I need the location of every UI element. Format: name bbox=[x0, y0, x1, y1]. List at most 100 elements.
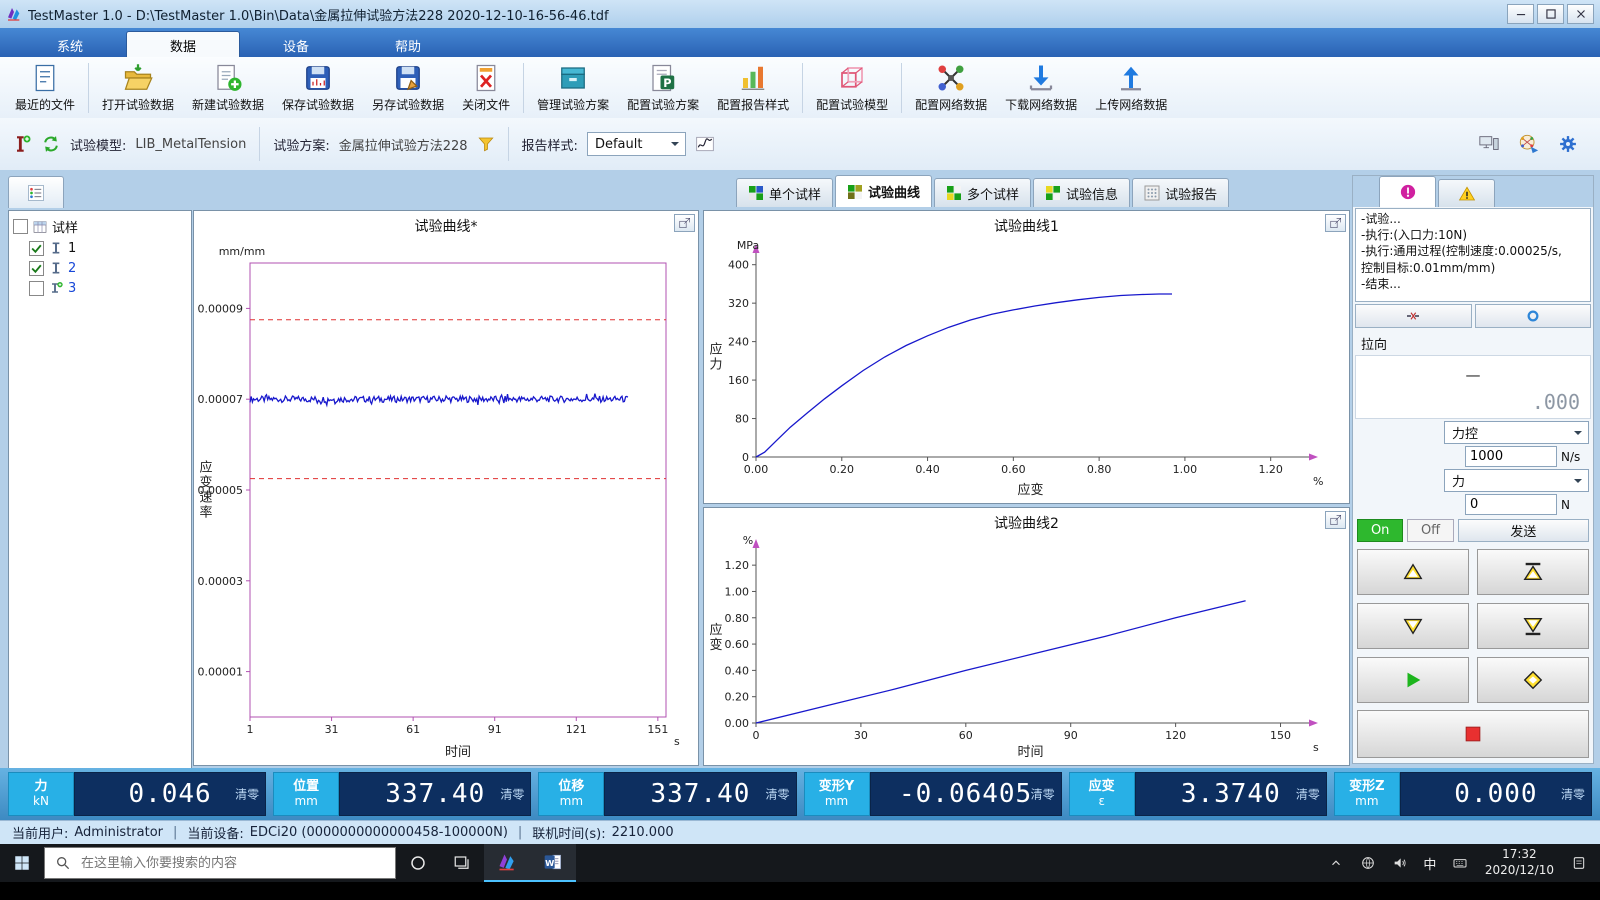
minimize-button[interactable] bbox=[1507, 4, 1534, 24]
checkbox[interactable] bbox=[29, 241, 44, 256]
link-button[interactable] bbox=[1475, 304, 1592, 328]
svg-text:MPa: MPa bbox=[737, 239, 759, 252]
cortana-button[interactable] bbox=[396, 844, 440, 882]
tray-expand-button[interactable] bbox=[1321, 844, 1351, 882]
toolbar-config-report-button[interactable]: 配置报告样式 bbox=[708, 59, 798, 117]
clock-time: 17:32 bbox=[1485, 847, 1554, 863]
clear-button[interactable]: 清零 bbox=[1296, 786, 1320, 803]
view-tab-3[interactable]: 试验信息 bbox=[1033, 178, 1130, 207]
toolbar-download-network-button[interactable]: 下载网络数据 bbox=[996, 59, 1086, 117]
settings-gear-icon[interactable] bbox=[1558, 134, 1578, 154]
control-mode-dropdown[interactable]: 力控 bbox=[1444, 421, 1589, 444]
popout-icon bbox=[678, 216, 692, 230]
taskbar-app-word[interactable]: W bbox=[530, 844, 576, 882]
current-user: Administrator bbox=[74, 825, 163, 840]
chevron-up-icon bbox=[1329, 856, 1343, 870]
toolbar-config-model-button[interactable]: 配置试验模型 bbox=[807, 59, 897, 117]
target-mode-dropdown[interactable]: 力 bbox=[1444, 469, 1589, 492]
tree-item-1[interactable]: 1 bbox=[9, 238, 191, 258]
specimen-new-icon bbox=[48, 280, 64, 296]
checkbox[interactable] bbox=[29, 261, 44, 276]
report-style-dropdown[interactable]: Default bbox=[587, 132, 686, 156]
toolbar-config-network-button[interactable]: 配置网络数据 bbox=[906, 59, 996, 117]
clear-button[interactable]: 清零 bbox=[766, 786, 790, 803]
toolbar-recent-file-button[interactable]: 最近的文件 bbox=[6, 59, 84, 117]
run-button[interactable] bbox=[1357, 657, 1469, 703]
tree-item-3[interactable]: 3 bbox=[9, 278, 191, 298]
notification-center-button[interactable] bbox=[1564, 844, 1594, 882]
close-button[interactable] bbox=[1567, 4, 1594, 24]
checkbox[interactable] bbox=[29, 281, 44, 296]
start-button[interactable] bbox=[0, 844, 44, 882]
checkbox[interactable] bbox=[13, 219, 28, 234]
touch-keyboard-button[interactable] bbox=[1445, 844, 1475, 882]
keyboard-icon bbox=[1452, 855, 1468, 871]
popout-button[interactable] bbox=[1325, 511, 1346, 529]
tree-item-2[interactable]: 2 bbox=[9, 258, 191, 278]
toolbar-new-data-button[interactable]: 新建试验数据 bbox=[183, 59, 273, 117]
clear-button[interactable]: 清零 bbox=[500, 786, 524, 803]
view-tab-label: 多个试样 bbox=[967, 184, 1019, 203]
tab-warnings[interactable] bbox=[1438, 179, 1495, 207]
rate-input[interactable] bbox=[1465, 446, 1557, 467]
detach-button[interactable] bbox=[1355, 304, 1472, 328]
search-icon bbox=[55, 855, 71, 871]
toolbar-manage-scheme-button[interactable]: 管理试验方案 bbox=[528, 59, 618, 117]
off-button[interactable]: Off bbox=[1407, 519, 1453, 542]
popout-icon bbox=[1329, 513, 1343, 527]
measurement-value: 0.000清零 bbox=[1400, 772, 1592, 816]
tab-specimen-list[interactable] bbox=[8, 176, 64, 208]
download-network-icon bbox=[1026, 63, 1056, 93]
window-title: TestMaster 1.0 - D:\TestMaster 1.0\Bin\D… bbox=[28, 5, 609, 24]
jog-down-limit-button[interactable] bbox=[1477, 603, 1589, 649]
view-tab-0[interactable]: 单个试样 bbox=[736, 178, 833, 207]
search-input[interactable] bbox=[79, 855, 385, 872]
toolbar-save-as-data-button[interactable]: 另存试验数据 bbox=[363, 59, 453, 117]
filter-icon[interactable] bbox=[477, 135, 495, 153]
svg-text:时间: 时间 bbox=[445, 745, 471, 760]
model-label: 试验模型: bbox=[70, 135, 126, 154]
ime-indicator[interactable]: 中 bbox=[1417, 854, 1443, 873]
clear-button[interactable]: 清零 bbox=[1561, 786, 1585, 803]
toolbar-close-file-button[interactable]: 关闭文件 bbox=[453, 59, 519, 117]
popout-button[interactable] bbox=[674, 214, 695, 232]
control-panel: -试验...-执行:(入口力:10N)-执行:通用过程(控制速度:0.00025… bbox=[1352, 175, 1594, 764]
jog-up-limit-icon bbox=[1522, 561, 1544, 583]
jog-up-limit-button[interactable] bbox=[1477, 549, 1589, 595]
view-tab-2[interactable]: 多个试样 bbox=[934, 178, 1031, 207]
volume-button[interactable] bbox=[1385, 844, 1415, 882]
menu-tab-0[interactable]: 系统 bbox=[14, 32, 126, 57]
view-tab-4[interactable]: 试验报告 bbox=[1132, 178, 1229, 207]
toolbar-upload-network-button[interactable]: 上传网络数据 bbox=[1086, 59, 1176, 117]
curve-style-icon[interactable] bbox=[695, 134, 715, 154]
taskbar-clock[interactable]: 17:32 2020/12/10 bbox=[1485, 847, 1554, 878]
clear-button[interactable]: 清零 bbox=[235, 786, 259, 803]
taskbar-search[interactable] bbox=[44, 847, 396, 879]
menu-tab-3[interactable]: 帮助 bbox=[352, 32, 464, 57]
cross-jog-button[interactable] bbox=[1477, 657, 1589, 703]
toolbar-save-data-button[interactable]: 保存试验数据 bbox=[273, 59, 363, 117]
jog-down-button[interactable] bbox=[1357, 603, 1469, 649]
popout-button[interactable] bbox=[1325, 214, 1346, 232]
clear-button[interactable]: 清零 bbox=[1031, 786, 1055, 803]
toolbar-config-scheme-button[interactable]: P配置试验方案 bbox=[618, 59, 708, 117]
menu-tab-2[interactable]: 设备 bbox=[240, 32, 352, 57]
network-tray-button[interactable] bbox=[1353, 844, 1383, 882]
view-tab-1[interactable]: 试验曲线 bbox=[835, 175, 932, 207]
svg-text:240: 240 bbox=[728, 336, 749, 349]
maximize-button[interactable] bbox=[1537, 4, 1564, 24]
stop-button[interactable] bbox=[1357, 710, 1589, 758]
send-button[interactable]: 发送 bbox=[1458, 519, 1589, 542]
refresh-icon[interactable] bbox=[41, 134, 61, 154]
toolbar-separator bbox=[88, 63, 89, 113]
tab-messages[interactable] bbox=[1379, 176, 1436, 207]
menu-tab-1[interactable]: 数据 bbox=[126, 31, 240, 57]
toolbar-open-data-button[interactable]: 打开试验数据 bbox=[93, 59, 183, 117]
task-view-button[interactable] bbox=[440, 844, 484, 882]
target-input[interactable] bbox=[1465, 494, 1557, 515]
add-specimen-icon[interactable] bbox=[12, 134, 32, 154]
tree-root[interactable]: 试样 bbox=[9, 215, 191, 238]
on-button[interactable]: On bbox=[1357, 519, 1403, 542]
taskbar-app-testmaster[interactable] bbox=[484, 844, 530, 882]
jog-up-button[interactable] bbox=[1357, 549, 1469, 595]
